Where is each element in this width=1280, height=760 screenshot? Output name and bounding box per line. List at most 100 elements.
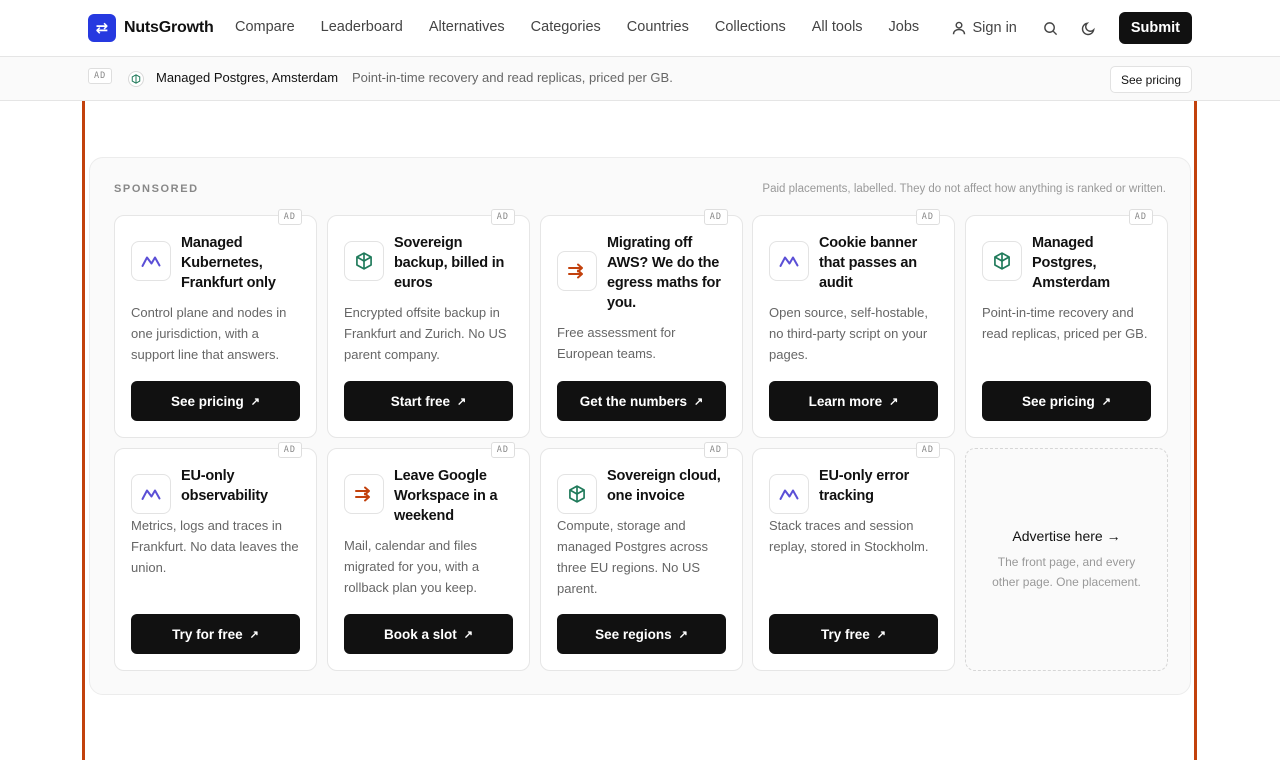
nav-leaderboard[interactable]: Leaderboard [321, 19, 403, 35]
top-header: ⇄ NutsGrowth Compare Leaderboard Alterna… [0, 0, 1280, 57]
card-cta-label: Start free [390, 393, 451, 409]
external-arrow-icon: ↗ [876, 628, 886, 641]
wave-icon [131, 241, 171, 281]
card-title: EU-only observability [181, 468, 268, 504]
nav-jobs[interactable]: Jobs [889, 19, 920, 35]
card-title: Cookie banner that passes an audit [819, 235, 918, 291]
card-title: Sovereign backup, billed in euros [394, 235, 505, 291]
external-arrow-icon: ↗ [249, 628, 259, 641]
external-arrow-icon: ↗ [678, 628, 688, 641]
card-cta-label: Try for free [172, 626, 243, 642]
ad-badge: AD [490, 442, 515, 458]
card-cta-button[interactable]: Try for free ↗ [131, 614, 300, 654]
card-cta-button[interactable]: Get the numbers ↗ [557, 381, 726, 421]
sponsored-note: Paid placements, labelled. They do not a… [762, 183, 1166, 195]
card-description: Mail, calendar and files migrated for yo… [344, 538, 480, 595]
card-title: Managed Kubernetes, Frankfurt only [181, 235, 276, 291]
card-title: Migrating off AWS? We do the egress math… [607, 235, 721, 311]
advertise-title: Advertise here → [1012, 527, 1121, 544]
search-button[interactable] [1039, 12, 1063, 44]
external-arrow-icon: ↗ [463, 628, 473, 641]
ad-strip-cta-button[interactable]: See pricing [1109, 66, 1192, 93]
user-icon [952, 21, 965, 35]
card-cta-label: See regions [595, 626, 672, 642]
main-nav: Compare Leaderboard Alternatives Categor… [235, 19, 945, 35]
ad-badge: AD [277, 209, 302, 225]
page-rail-right [1194, 101, 1197, 760]
card-description: Open source, self-hostable, no third-par… [769, 305, 928, 362]
cube-icon [557, 474, 597, 514]
card-cta-label: Learn more [808, 393, 883, 409]
nav-alternatives[interactable]: Alternatives [429, 19, 505, 35]
wave-icon [769, 241, 809, 281]
arrow-icon [344, 474, 384, 514]
sponsored-card[interactable]: AD EU-only error tracking Stack traces a… [752, 442, 955, 671]
sponsored-card[interactable]: AD Sovereign cloud, one invoice Compute,… [540, 442, 743, 671]
sign-in-label: Sign in [972, 20, 1017, 36]
card-description: Metrics, logs and traces in Frankfurt. N… [131, 518, 299, 575]
card-cta-button[interactable]: See pricing ↗ [982, 381, 1151, 421]
cube-icon [982, 241, 1022, 281]
ad-strip-title: Managed Postgres, Amsterdam [156, 70, 339, 85]
card-description: Control plane and nodes in one jurisdict… [131, 305, 287, 362]
card-cta-label: Book a slot [384, 626, 457, 642]
card-cta-button[interactable]: Start free ↗ [344, 381, 513, 421]
card-cta-label: See pricing [171, 393, 244, 409]
external-arrow-icon: ↗ [250, 395, 260, 408]
sponsored-card[interactable]: AD Cookie banner that passes an audit Op… [752, 209, 955, 438]
ad-badge: AD [88, 68, 113, 84]
card-title: EU-only error tracking [819, 468, 910, 504]
external-arrow-icon: ↗ [457, 395, 467, 408]
nav-compare[interactable]: Compare [235, 19, 295, 35]
ad-badge: AD [703, 209, 728, 225]
search-icon [1044, 21, 1058, 35]
external-arrow-icon: ↗ [889, 395, 899, 408]
ad-badge: AD [277, 442, 302, 458]
sign-in-link[interactable]: Sign in [951, 12, 1017, 44]
ad-badge: AD [915, 209, 940, 225]
sponsored-card[interactable]: AD Sovereign backup, billed in euros Enc… [327, 209, 530, 438]
sponsored-panel: SPONSORED Paid placements, labelled. The… [89, 157, 1191, 695]
sponsored-label: SPONSORED [114, 183, 199, 195]
nav-countries[interactable]: Countries [627, 19, 689, 35]
header-actions: Sign in Submit [951, 12, 1192, 44]
nav-collections[interactable]: Collections [715, 19, 786, 35]
card-description: Compute, storage and managed Postgres ac… [557, 518, 709, 596]
card-cta-button[interactable]: See regions ↗ [557, 614, 726, 654]
card-cta-label: Get the numbers [579, 393, 688, 409]
advertise-description: The front page, and every other page. On… [992, 554, 1141, 589]
wave-icon [769, 474, 809, 514]
card-cta-label: Try free [821, 626, 870, 642]
card-description: Stack traces and session replay, stored … [769, 518, 929, 554]
card-description: Free assessment for European teams. [557, 325, 676, 361]
ad-badge: AD [490, 209, 515, 225]
advertise-here-slot[interactable]: Advertise here → The front page, and eve… [965, 448, 1168, 671]
cube-icon [344, 241, 384, 281]
sponsored-card[interactable]: AD Managed Postgres, Amsterdam Point-in-… [965, 209, 1168, 438]
nav-categories[interactable]: Categories [531, 19, 601, 35]
theme-toggle[interactable] [1077, 12, 1101, 44]
logo-icon: ⇄ [88, 14, 116, 42]
submit-button[interactable]: Submit [1118, 12, 1192, 44]
card-description: Encrypted offsite backup in Frankfurt an… [344, 305, 507, 362]
card-title: Leave Google Workspace in a weekend [394, 468, 498, 524]
card-cta-button[interactable]: Learn more ↗ [769, 381, 938, 421]
wave-icon [131, 474, 171, 514]
card-cta-button[interactable]: Try free ↗ [769, 614, 938, 654]
card-cta-button[interactable]: Book a slot ↗ [344, 614, 513, 654]
ad-badge: AD [915, 442, 940, 458]
card-cta-label: See pricing [1022, 393, 1095, 409]
logo[interactable]: ⇄ NutsGrowth [88, 14, 214, 42]
sponsored-card[interactable]: AD Leave Google Workspace in a weekend M… [327, 442, 530, 671]
logo-text: NutsGrowth [124, 19, 214, 36]
sponsored-card[interactable]: AD EU-only observability Metrics, logs a… [114, 442, 317, 671]
ad-badge: AD [703, 442, 728, 458]
ad-badge: AD [1128, 209, 1153, 225]
sponsored-card[interactable]: AD Managed Kubernetes, Frankfurt only Co… [114, 209, 317, 438]
external-arrow-icon: ↗ [1101, 395, 1111, 408]
nav-all-tools[interactable]: All tools [812, 19, 863, 35]
sponsored-card[interactable]: AD Migrating off AWS? We do the egress m… [540, 209, 743, 438]
moon-icon [1082, 21, 1096, 35]
ad-strip: AD Managed Postgres, Amsterdam Point-in-… [0, 57, 1280, 101]
card-cta-button[interactable]: See pricing ↗ [131, 381, 300, 421]
